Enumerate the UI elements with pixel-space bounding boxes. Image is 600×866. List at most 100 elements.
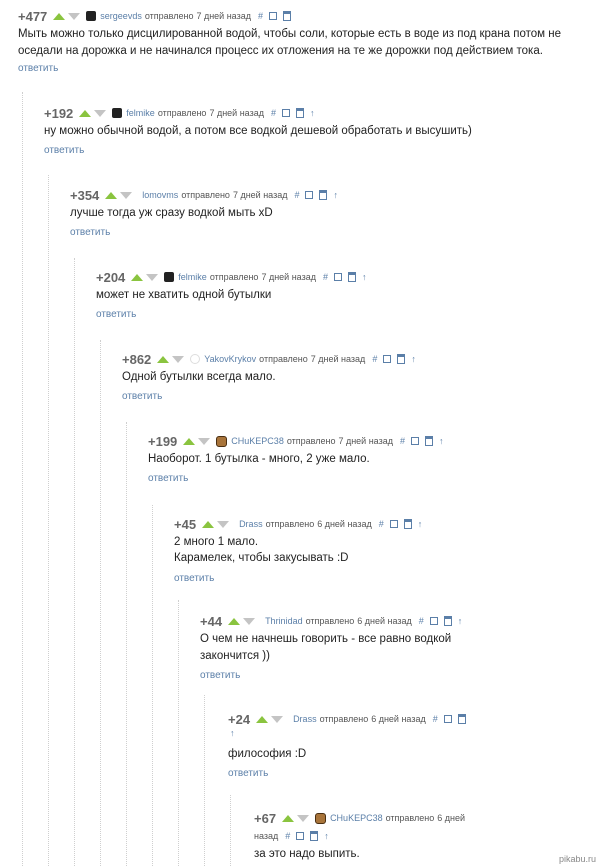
upvote-icon[interactable] <box>157 355 170 363</box>
permalink-icon[interactable]: # <box>400 436 405 446</box>
comment-text: ну можно обычной водой, а потом все водк… <box>44 125 472 137</box>
upvote-icon[interactable] <box>79 109 92 117</box>
parent-arrow-icon[interactable]: ↑ <box>411 354 416 364</box>
downvote-icon[interactable] <box>243 617 256 625</box>
downvote-icon[interactable] <box>146 273 159 281</box>
collapse-icon[interactable] <box>281 109 290 117</box>
comment-text: за это надо выпить. <box>254 848 360 860</box>
permalink-icon[interactable]: # <box>419 616 424 626</box>
upvote-icon[interactable] <box>105 191 118 199</box>
parent-arrow-icon[interactable]: ↑ <box>458 616 463 626</box>
downvote-icon[interactable] <box>120 191 133 199</box>
downvote-icon[interactable] <box>94 109 107 117</box>
permalink-icon[interactable]: # <box>258 11 263 21</box>
permalink-icon[interactable]: # <box>323 272 328 282</box>
parent-arrow-icon[interactable]: ↑ <box>418 519 423 529</box>
parent-arrow-icon[interactable]: ↑ <box>362 272 367 282</box>
avatar[interactable] <box>315 812 327 824</box>
collapse-icon[interactable] <box>305 191 314 199</box>
comment-author[interactable]: Drass <box>239 519 263 529</box>
downvote-icon[interactable] <box>172 355 185 363</box>
comment-text: может не хватить одной бутылки <box>96 289 272 301</box>
collapse-icon[interactable] <box>383 355 392 363</box>
upvote-icon[interactable] <box>183 437 196 445</box>
comment-text: О чем не начнешь говорить - все равно во… <box>200 633 452 645</box>
comment-header: +477 sergeevds отправлено 7 дней назад # <box>18 8 297 24</box>
save-icon[interactable] <box>443 616 452 626</box>
comment-header: +199 CHuKEPC38 отправлено 7 дней назад #… <box>148 433 450 449</box>
downvote-icon[interactable] <box>217 520 230 528</box>
upvote-icon[interactable] <box>282 814 295 822</box>
save-icon[interactable] <box>310 831 319 841</box>
collapse-icon[interactable] <box>269 12 277 20</box>
upvote-icon[interactable] <box>228 617 241 625</box>
save-icon[interactable] <box>425 436 433 446</box>
thread-line <box>230 795 231 866</box>
downvote-icon[interactable] <box>297 814 310 822</box>
downvote-icon[interactable] <box>68 12 81 20</box>
comment-author[interactable]: felmike <box>126 108 155 118</box>
upvote-icon[interactable] <box>256 715 269 723</box>
parent-arrow-icon[interactable]: ↑ <box>230 728 235 738</box>
upvote-icon[interactable] <box>131 273 144 281</box>
comment-author[interactable]: sergeevds <box>100 11 142 21</box>
permalink-icon[interactable]: # <box>433 714 438 724</box>
comment-sent-label: отправлено <box>265 519 315 529</box>
permalink-icon[interactable]: # <box>271 108 276 118</box>
reply-link[interactable]: ответить <box>122 391 162 402</box>
collapse-icon[interactable] <box>389 520 398 528</box>
parent-arrow-icon[interactable]: ↑ <box>324 831 329 841</box>
save-icon[interactable] <box>397 354 406 364</box>
comment-author[interactable]: felmike <box>178 272 207 282</box>
comment-text: 2 много 1 мало. <box>174 536 259 548</box>
save-icon[interactable] <box>319 190 328 200</box>
comment-text: Мыть можно только дисцилированной водой,… <box>18 28 562 57</box>
upvote-icon[interactable] <box>202 520 215 528</box>
comment-author[interactable]: Drass <box>293 714 317 724</box>
upvote-icon[interactable] <box>53 12 66 20</box>
parent-arrow-icon[interactable]: ↑ <box>333 190 338 200</box>
collapse-icon[interactable] <box>411 437 419 445</box>
reply-link[interactable]: ответить <box>200 670 240 681</box>
collapse-icon[interactable] <box>443 715 452 723</box>
comment-score: +477 <box>18 8 48 24</box>
avatar[interactable] <box>86 11 97 21</box>
reply-link[interactable]: ответить <box>228 768 268 779</box>
comment-author[interactable]: Thrinidad <box>265 616 303 626</box>
permalink-icon[interactable]: # <box>372 354 377 364</box>
reply-link[interactable]: ответить <box>18 63 58 74</box>
permalink-icon[interactable]: # <box>294 190 299 200</box>
save-icon[interactable] <box>403 519 412 529</box>
permalink-icon[interactable]: # <box>379 519 384 529</box>
comment-author[interactable]: YakovKrykov <box>204 354 256 364</box>
reply-link[interactable]: ответить <box>148 473 188 484</box>
comment-header: +192 felmike отправлено 7 дней назад # ↑ <box>44 105 320 121</box>
reply-link[interactable]: ответить <box>70 227 110 238</box>
downvote-icon[interactable] <box>271 715 284 723</box>
permalink-icon[interactable]: # <box>285 831 290 841</box>
collapse-icon[interactable] <box>296 832 305 840</box>
reply-link[interactable]: ответить <box>174 573 214 584</box>
downvote-icon[interactable] <box>198 437 211 445</box>
avatar[interactable] <box>216 435 228 447</box>
avatar[interactable] <box>190 354 201 364</box>
parent-arrow-icon[interactable]: ↑ <box>439 436 444 446</box>
collapse-icon[interactable] <box>333 273 342 281</box>
save-icon[interactable] <box>295 108 304 118</box>
comment-sent-label: отправлено <box>181 190 230 200</box>
collapse-icon[interactable] <box>429 617 438 625</box>
parent-arrow-icon[interactable]: ↑ <box>310 108 315 118</box>
comment-author[interactable]: lomovms <box>142 190 178 200</box>
reply-link[interactable]: ответить <box>44 145 84 156</box>
avatar[interactable] <box>112 108 123 118</box>
comment-author[interactable]: CHuKEPC38 <box>231 436 284 446</box>
comment: +354 lomovms отправлено 7 дней назад # ↑… <box>70 187 580 247</box>
save-icon[interactable] <box>457 714 466 724</box>
avatar[interactable] <box>164 272 175 282</box>
reply-link[interactable]: ответить <box>96 309 136 320</box>
save-icon[interactable] <box>283 11 291 21</box>
comment-text: Одной бутылки всегда мало. <box>122 371 276 383</box>
comment-author[interactable]: CHuKEPC38 <box>330 813 383 823</box>
save-icon[interactable] <box>347 272 356 282</box>
comment-score: +24 <box>228 711 251 727</box>
